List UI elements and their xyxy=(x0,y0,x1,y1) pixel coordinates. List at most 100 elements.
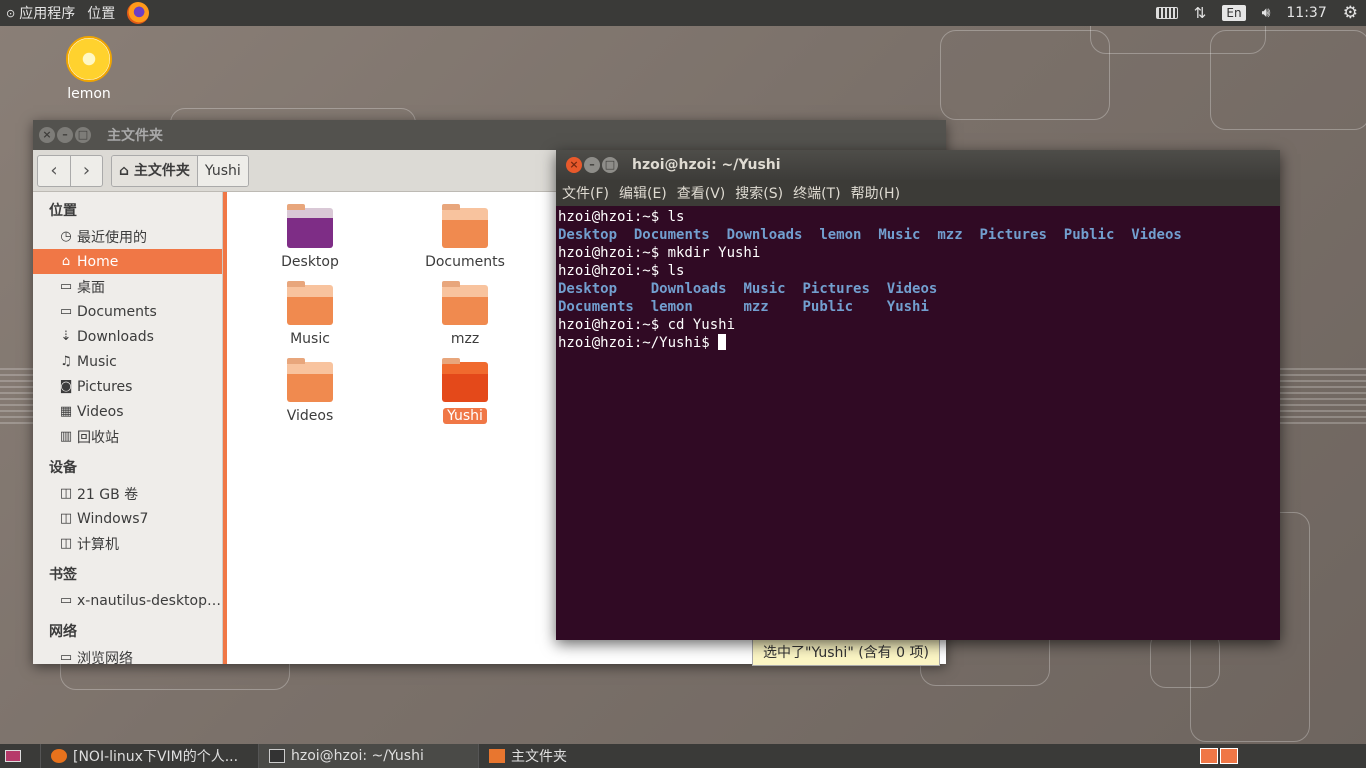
sidebar-item-volume[interactable]: ◫ 21 GB 卷 xyxy=(33,481,222,506)
folder-item[interactable]: Documents xyxy=(410,204,520,270)
sidebar-item-videos[interactable]: ▦ Videos xyxy=(33,399,222,424)
workspace-1[interactable] xyxy=(1200,748,1218,764)
sidebar-item-home[interactable]: ⌂ Home xyxy=(33,249,222,274)
settings-gear-icon[interactable]: ⚙ xyxy=(1343,3,1358,23)
sidebar-item-computer[interactable]: ◫ 计算机 xyxy=(33,531,222,556)
sidebar: 位置 ◷ 最近使用的 ⌂ Home ▭ 桌面 ▭ Documents ⇣ Download… xyxy=(33,192,223,664)
terminal-titlebar[interactable]: × – □ hzoi@hzoi: ~/Yushi xyxy=(556,150,1280,180)
menu-view[interactable]: 查看(V) xyxy=(677,183,726,203)
sidebar-item-documents[interactable]: ▭ Documents xyxy=(33,299,222,324)
firefox-launcher-icon[interactable] xyxy=(127,2,150,24)
menu-edit[interactable]: 编辑(E) xyxy=(619,183,667,203)
menu-help[interactable]: 帮助(H) xyxy=(851,183,900,203)
applications-menu[interactable]: ⊙ 应用程序 xyxy=(6,3,75,23)
sidebar-heading-devices: 设备 xyxy=(49,460,77,476)
camera-icon: ◙ xyxy=(59,379,73,394)
desktop-icon-lemon[interactable]: lemon xyxy=(60,36,118,102)
taskbar: [NOI-linux下VIM的个人... hzoi@hzoi: ~/Yushi … xyxy=(0,744,1366,768)
desktop-icon-label: lemon xyxy=(67,86,111,102)
minimize-button[interactable]: – xyxy=(584,157,600,173)
terminal-cursor xyxy=(718,334,727,350)
folder-icon: ▭ xyxy=(59,593,73,608)
drive-icon: ◫ xyxy=(59,486,73,501)
folder-item[interactable]: Desktop xyxy=(255,204,365,270)
terminal-line: Desktop Downloads Music Pictures Videos xyxy=(558,281,938,297)
files-titlebar[interactable]: × – □ 主文件夹 xyxy=(33,120,946,150)
folder-item[interactable]: Music xyxy=(255,281,365,347)
music-icon: ♫ xyxy=(60,354,72,369)
ubuntu-logo-icon: ⊙ xyxy=(6,6,16,20)
maximize-button[interactable]: □ xyxy=(75,127,91,143)
terminal-line: hzoi@hzoi:~$ ls xyxy=(558,263,685,279)
terminal-line: hzoi@hzoi:~$ cd Yushi xyxy=(558,317,736,333)
folder-music-icon xyxy=(287,281,333,325)
trash-icon: ▥ xyxy=(59,429,73,444)
minimize-button[interactable]: – xyxy=(57,127,73,143)
close-button[interactable]: × xyxy=(566,157,582,173)
sidebar-item-recent[interactable]: ◷ 最近使用的 xyxy=(33,224,222,249)
show-desktop-button[interactable] xyxy=(0,744,26,768)
back-button[interactable]: ‹ xyxy=(38,156,70,186)
sidebar-item-bookmark[interactable]: ▭ x-nautilus-desktop… xyxy=(33,588,222,613)
folder-item-selected[interactable]: Yushi xyxy=(410,358,520,424)
terminal-line: hzoi@hzoi:~$ ls xyxy=(558,209,685,225)
network-arrows-icon[interactable]: ⇅ xyxy=(1194,4,1207,22)
home-icon: ⌂ xyxy=(119,162,130,179)
breadcrumb-home[interactable]: ⌂ 主文件夹 xyxy=(112,155,197,186)
terminal-line: Desktop Documents Downloads lemon Music … xyxy=(558,227,1182,243)
sidebar-item-pictures[interactable]: ◙ Pictures xyxy=(33,374,222,399)
taskbar-item-terminal[interactable]: hzoi@hzoi: ~/Yushi xyxy=(258,744,478,768)
terminal-line: hzoi@hzoi:~$ mkdir Yushi xyxy=(558,245,761,261)
workspace-2[interactable] xyxy=(1220,748,1238,764)
input-method-indicator[interactable]: En xyxy=(1222,5,1246,21)
sidebar-item-desktop[interactable]: ▭ 桌面 xyxy=(33,274,222,299)
wallpaper-stripes xyxy=(1280,368,1366,428)
top-panel: ⊙ 应用程序 位置 ⇅ En 🔊︎ 11:37 ⚙ xyxy=(0,0,1366,26)
workspace-switcher[interactable] xyxy=(1200,748,1238,764)
folder-desktop-icon xyxy=(287,204,333,248)
taskbar-item-files[interactable]: 主文件夹 xyxy=(478,744,688,768)
firefox-icon xyxy=(51,749,67,763)
menu-terminal[interactable]: 终端(T) xyxy=(793,183,840,203)
sidebar-heading-places: 位置 xyxy=(49,203,77,219)
lemon-icon xyxy=(66,36,112,82)
status-bar: 选中了"Yushi" (含有 0 项) xyxy=(752,638,940,666)
forward-button[interactable]: › xyxy=(70,155,102,186)
taskbar-item-firefox[interactable]: [NOI-linux下VIM的个人... xyxy=(40,744,258,768)
folder-icon xyxy=(442,281,488,325)
keyboard-icon[interactable] xyxy=(1155,7,1178,19)
sidebar-heading-network: 网络 xyxy=(49,624,77,640)
network-icon: ▭ xyxy=(59,650,73,664)
sidebar-item-music[interactable]: ♫ Music xyxy=(33,349,222,374)
menu-search[interactable]: 搜索(S) xyxy=(735,183,783,203)
sidebar-item-trash[interactable]: ▥ 回收站 xyxy=(33,424,222,449)
film-icon: ▦ xyxy=(59,404,73,419)
files-icon xyxy=(489,749,505,763)
home-icon: ⌂ xyxy=(61,254,71,269)
wallpaper-shape xyxy=(940,30,1110,120)
maximize-button[interactable]: □ xyxy=(602,157,618,173)
terminal-line: hzoi@hzoi:~/Yushi$ xyxy=(558,334,1278,352)
sidebar-item-downloads[interactable]: ⇣ Downloads xyxy=(33,324,222,349)
places-menu[interactable]: 位置 xyxy=(87,3,115,23)
sidebar-item-windows7[interactable]: ◫ Windows7 xyxy=(33,506,222,531)
terminal-output[interactable]: hzoi@hzoi:~$ ls Desktop Documents Downloa… xyxy=(556,206,1280,354)
wallpaper-shape xyxy=(1210,30,1366,130)
menu-file[interactable]: 文件(F) xyxy=(562,183,609,203)
folder-documents-icon xyxy=(442,204,488,248)
volume-icon[interactable]: 🔊︎ xyxy=(1262,5,1271,21)
folder-item[interactable]: mzz xyxy=(410,281,520,347)
download-icon: ⇣ xyxy=(60,329,72,344)
wallpaper-stripes xyxy=(0,368,34,428)
close-button[interactable]: × xyxy=(39,127,55,143)
clock[interactable]: 11:37 xyxy=(1286,5,1326,21)
folder-item[interactable]: Videos xyxy=(255,358,365,424)
terminal-window-title: hzoi@hzoi: ~/Yushi xyxy=(632,157,781,173)
terminal-line: Documents lemon mzz Public Yushi xyxy=(558,299,929,315)
clock-icon: ◷ xyxy=(60,229,72,244)
folder-icon xyxy=(442,358,488,402)
sidebar-item-browse-network[interactable]: ▭ 浏览网络 xyxy=(33,645,222,664)
breadcrumb-yushi[interactable]: Yushi xyxy=(196,155,248,186)
folder-icon: ▭ xyxy=(59,304,73,319)
folder-videos-icon xyxy=(287,358,333,402)
